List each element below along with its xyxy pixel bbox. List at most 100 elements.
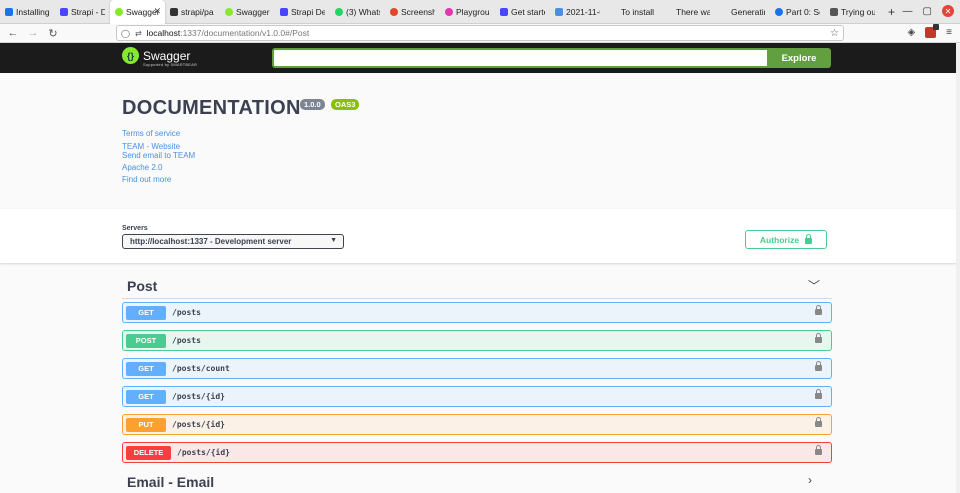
tab-favicon-icon <box>500 7 508 16</box>
lock-icon[interactable] <box>815 389 822 399</box>
site-info-icon[interactable]: ⇄ <box>135 29 142 38</box>
tab-favicon-icon <box>5 7 13 16</box>
operation-path: /posts/{id} <box>177 448 230 457</box>
version-badge: 1.0.0 <box>300 99 325 110</box>
browser-tab[interactable]: Part 0: Se <box>770 0 825 24</box>
url-host: localhost <box>146 28 181 38</box>
method-badge: GET <box>126 361 166 376</box>
tab-favicon-icon <box>610 8 618 16</box>
tab-favicon-icon <box>720 8 728 16</box>
method-badge: POST <box>126 333 166 348</box>
window-close-icon[interactable]: ✕ <box>942 5 954 17</box>
browser-tab[interactable]: (3) Whats <box>330 0 385 24</box>
menu-icon[interactable]: ≡ <box>946 27 952 38</box>
browser-tab[interactable]: Strapi De <box>275 0 330 24</box>
tab-favicon-icon <box>665 8 673 16</box>
maximize-icon[interactable]: ▢ <box>923 6 932 17</box>
method-badge: GET <box>126 305 166 320</box>
tab-favicon-icon <box>115 7 123 16</box>
tab-close-icon[interactable]: ✕ <box>153 6 161 17</box>
tab-favicon-icon <box>555 7 563 16</box>
authorize-button[interactable]: Authorize <box>745 230 827 249</box>
lock-icon <box>805 233 813 244</box>
tab-favicon-icon <box>830 7 838 16</box>
pocket-icon[interactable]: ◈ <box>907 27 915 38</box>
browser-tab[interactable]: strapi/pa <box>165 0 220 24</box>
method-badge: PUT <box>126 417 166 432</box>
section-title-email[interactable]: Email - Email <box>127 474 214 490</box>
explore-button[interactable]: Explore <box>767 48 831 68</box>
tab-favicon-icon <box>335 7 343 16</box>
back-icon[interactable]: ← <box>6 27 20 39</box>
browser-tab[interactable]: Trying ou <box>825 0 880 24</box>
window-controls: — ▢ ✕ <box>903 5 954 17</box>
tab-favicon-icon <box>60 7 68 16</box>
operation-path: /posts <box>172 336 201 345</box>
tab-favicon-icon <box>390 7 398 16</box>
browser-tab[interactable]: Installing <box>0 0 55 24</box>
browser-tab[interactable]: To install <box>605 0 660 24</box>
url-path: :1337/documentation/v1.0.0#/Post <box>180 28 310 38</box>
lock-icon[interactable] <box>815 305 822 315</box>
operation-get-posts[interactable]: GET /posts <box>122 302 832 323</box>
chevron-right-icon[interactable]: › <box>808 473 812 487</box>
new-tab-icon[interactable]: + <box>888 5 900 19</box>
lock-icon[interactable] <box>815 361 822 371</box>
url-bar[interactable]: ◯ ⇄ localhost:1337/documentation/v1.0.0#… <box>116 25 844 41</box>
browser-tab[interactable]: There wa <box>660 0 715 24</box>
browser-tab[interactable]: Screensh <box>385 0 440 24</box>
find-out-more-link[interactable]: Find out more <box>122 175 171 184</box>
reload-icon[interactable]: ↻ <box>46 27 60 40</box>
operation-put-post-by-id[interactable]: PUT /posts/{id} <box>122 414 832 435</box>
section-divider <box>122 298 832 299</box>
minimize-icon[interactable]: — <box>903 6 913 17</box>
section-title-post[interactable]: Post <box>127 278 157 294</box>
browser-tab-bar: Installing Strapi - D Swagger ✕ strapi/pa… <box>0 0 960 24</box>
servers-select[interactable]: http://localhost:1337 - Development serv… <box>122 234 344 249</box>
tab-favicon-icon <box>775 7 783 16</box>
operation-delete-post-by-id[interactable]: DELETE /posts/{id} <box>122 442 832 463</box>
browser-tab[interactable]: Strapi - D <box>55 0 110 24</box>
method-badge: GET <box>126 389 166 404</box>
lock-icon[interactable] <box>815 333 822 343</box>
operation-get-post-by-id[interactable]: GET /posts/{id} <box>122 386 832 407</box>
swagger-topbar: {} Swagger Supported by SMARTBEAR Explor… <box>0 43 960 73</box>
terms-of-service-link[interactable]: Terms of service <box>122 129 180 138</box>
scheme-container: Servers http://localhost:1337 - Developm… <box>0 209 960 263</box>
page-scrollbar[interactable] <box>956 43 960 493</box>
browser-nav-bar: ← → ↻ ◯ ⇄ localhost:1337/documentation/v… <box>0 24 960 43</box>
operation-path: /posts <box>172 308 201 317</box>
oas-badge: OAS3 <box>331 99 360 110</box>
lock-icon[interactable] <box>815 445 822 455</box>
lock-icon[interactable] <box>815 417 822 427</box>
operation-path: /posts/{id} <box>172 420 225 429</box>
explore-url-input[interactable] <box>272 48 768 68</box>
page-title: DOCUMENTATION <box>122 97 301 119</box>
team-website-link[interactable]: TEAM - Website <box>122 142 180 151</box>
browser-tab[interactable]: Swagger <box>220 0 275 24</box>
bookmark-star-icon[interactable]: ☆ <box>830 28 839 39</box>
tab-favicon-icon <box>280 7 288 16</box>
browser-tab[interactable]: Playgrou <box>440 0 495 24</box>
chevron-down-icon: ▼ <box>330 237 337 244</box>
operation-get-posts-count[interactable]: GET /posts/count <box>122 358 832 379</box>
method-badge: DELETE <box>126 445 171 460</box>
operation-path: /posts/count <box>172 364 230 373</box>
tab-favicon-icon <box>170 7 178 16</box>
browser-tab-active[interactable]: Swagger ✕ <box>110 0 165 24</box>
chevron-down-icon[interactable]: ﹀ <box>808 277 820 294</box>
swagger-logo[interactable]: {} Swagger Supported by SMARTBEAR <box>122 47 197 67</box>
browser-tab[interactable]: 2021-11-0 <box>550 0 605 24</box>
servers-label: Servers <box>122 225 148 232</box>
operation-path: /posts/{id} <box>172 392 225 401</box>
license-link[interactable]: Apache 2.0 <box>122 163 162 172</box>
swagger-logo-icon: {} <box>122 47 139 64</box>
browser-tab[interactable]: Get starte <box>495 0 550 24</box>
browser-tab[interactable]: Generatin <box>715 0 770 24</box>
extension-icon[interactable] <box>925 24 940 38</box>
shield-icon[interactable]: ◯ <box>121 29 130 38</box>
send-email-link[interactable]: Send email to TEAM <box>122 151 195 160</box>
operation-post-posts[interactable]: POST /posts <box>122 330 832 351</box>
browser-toolbar-right: ◈ ≡ <box>907 24 952 38</box>
forward-icon[interactable]: → <box>26 27 40 39</box>
